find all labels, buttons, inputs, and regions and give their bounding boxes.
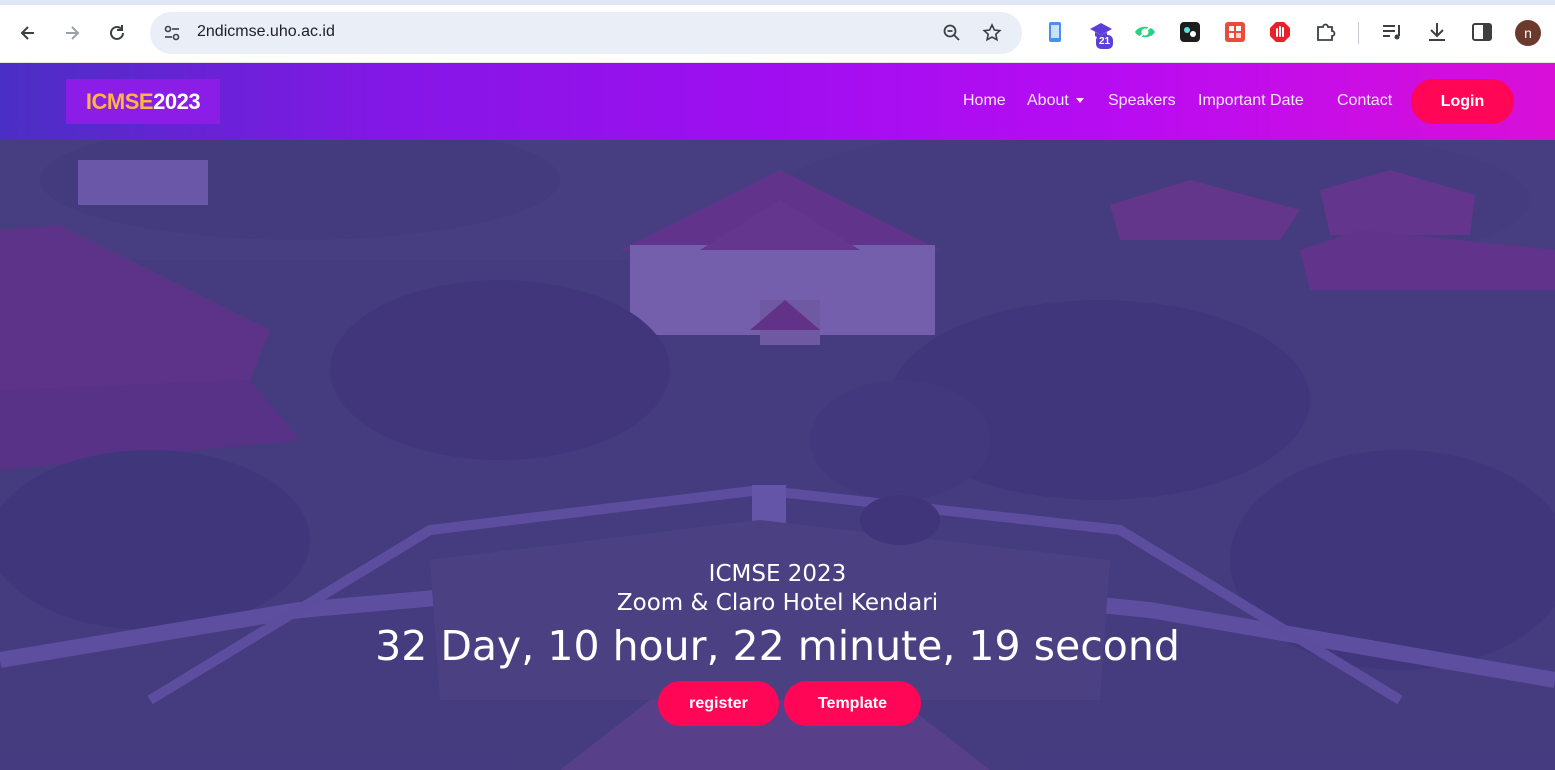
- site-logo[interactable]: ICMSE 2023: [66, 79, 220, 124]
- phone-extension-icon: [1049, 22, 1061, 42]
- logo-text-year: 2023: [153, 88, 201, 114]
- browser-toolbar: 2ndicmse.uho.ac.id 21 n: [0, 0, 1555, 63]
- register-button[interactable]: register: [658, 681, 779, 726]
- template-button[interactable]: Template: [784, 681, 921, 726]
- eye-extension-icon: [1135, 23, 1155, 41]
- eye-extension[interactable]: [1133, 20, 1157, 44]
- game-extension[interactable]: [1178, 20, 1202, 44]
- stop-extension[interactable]: [1268, 20, 1292, 44]
- media-queue-icon: [1383, 25, 1400, 40]
- nav-contact[interactable]: Contact: [1337, 92, 1392, 110]
- nav-about[interactable]: About: [1027, 92, 1084, 110]
- logo-text-icmse: ICMSE: [85, 88, 154, 114]
- extension-badge: 21: [1096, 35, 1114, 49]
- hero-section: ICMSE 2023 Zoom & Claro Hotel Kendari 32…: [0, 140, 1555, 770]
- zoom-icon[interactable]: [942, 23, 962, 43]
- grid-extension[interactable]: [1223, 20, 1247, 44]
- extensions-menu[interactable]: [1314, 20, 1338, 44]
- address-bar[interactable]: 2ndicmse.uho.ac.id: [150, 12, 1022, 54]
- stop-hand-extension-icon: [1270, 22, 1290, 42]
- downloads-button[interactable]: [1425, 20, 1449, 44]
- reload-icon: [110, 25, 124, 40]
- download-icon: [1429, 23, 1445, 41]
- nav-important-date[interactable]: Important Date: [1198, 92, 1304, 110]
- bookmark-star-icon[interactable]: [982, 23, 1002, 43]
- toolbar-divider: [1358, 22, 1359, 44]
- site-info-icon[interactable]: [162, 23, 182, 43]
- nav-speakers[interactable]: Speakers: [1108, 92, 1176, 110]
- side-panel-button[interactable]: [1470, 20, 1494, 44]
- game-extension-icon: [1180, 22, 1200, 42]
- reload-button[interactable]: [101, 17, 133, 49]
- phone-extension[interactable]: [1043, 20, 1067, 44]
- site-navbar: ICMSE 2023 Home About Speakers Important …: [0, 63, 1555, 140]
- hero-purple-overlay: [0, 140, 1555, 770]
- login-button[interactable]: Login: [1411, 79, 1514, 124]
- side-panel-icon: [1472, 23, 1492, 41]
- puzzle-extensions-icon: [1317, 23, 1336, 41]
- caret-down-icon: [1075, 98, 1084, 104]
- hero-title: ICMSE 2023: [708, 561, 847, 587]
- back-icon: [20, 26, 34, 40]
- nav-about-label: About: [1027, 92, 1069, 109]
- grid-extension-icon: [1225, 22, 1245, 42]
- forward-icon: [66, 26, 80, 40]
- hero-venue: Zoom & Claro Hotel Kendari: [616, 590, 939, 616]
- countdown-timer: 32 Day, 10 hour, 22 minute, 19 second: [375, 622, 1180, 670]
- url-text[interactable]: 2ndicmse.uho.ac.id: [197, 23, 335, 41]
- profile-avatar[interactable]: n: [1515, 20, 1541, 46]
- media-queue-button[interactable]: [1380, 20, 1404, 44]
- back-button[interactable]: [12, 17, 44, 49]
- nav-home[interactable]: Home: [963, 92, 1006, 110]
- forward-button[interactable]: [56, 17, 88, 49]
